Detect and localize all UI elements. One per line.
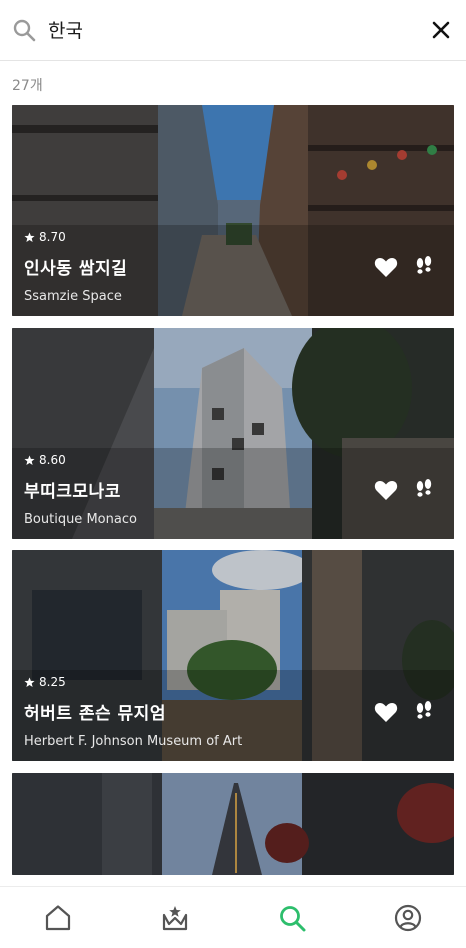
rating: 8.70 [24,230,127,244]
search-bar: 한국 [0,0,466,61]
place-subname: Ssamzie Space [24,289,122,304]
place-card[interactable]: 8.70 인사동 쌈지길 Ssamzie Space [12,105,454,316]
place-card[interactable]: 8.60 부띠크모나코 Boutique Monaco [12,328,454,539]
place-info: 8.60 부띠크모나코 Boutique Monaco [24,453,137,527]
home-icon[interactable] [43,903,73,933]
star-icon [24,231,35,242]
rating: 8.25 [24,675,242,689]
profile-icon[interactable] [393,903,423,933]
rating-value: 8.60 [39,453,66,467]
place-name: 허버트 존슨 뮤지엄 [24,704,166,724]
heart-icon[interactable] [374,256,398,278]
place-name: 인사동 쌈지길 [24,259,128,279]
footsteps-icon[interactable] [414,479,434,499]
star-icon [24,454,35,465]
place-info: 8.25 허버트 존슨 뮤지엄 Herbert F. Johnson Museu… [24,675,242,749]
rating-value: 8.25 [39,675,66,689]
place-card[interactable]: 8.25 허버트 존슨 뮤지엄 Herbert F. Johnson Museu… [12,550,454,761]
rating: 8.60 [24,453,137,467]
place-name: 부띠크모나코 [24,482,121,502]
star-icon [24,676,35,687]
place-subname: Herbert F. Johnson Museum of Art [24,734,243,749]
heart-icon[interactable] [374,479,398,501]
place-photo [12,773,454,875]
place-card[interactable] [12,773,454,875]
footsteps-icon[interactable] [414,256,434,276]
search-icon[interactable] [277,903,307,933]
result-count: 27개 [12,78,43,94]
close-icon[interactable] [430,19,452,41]
bottom-nav [0,886,466,948]
search-input[interactable]: 한국 [48,16,83,43]
search-icon [13,19,36,42]
heart-icon[interactable] [374,701,398,723]
place-info: 8.70 인사동 쌈지길 Ssamzie Space [24,230,127,304]
place-subname: Boutique Monaco [24,512,137,527]
footsteps-icon[interactable] [414,701,434,721]
rating-value: 8.70 [39,230,66,244]
crown-icon[interactable] [160,903,190,933]
